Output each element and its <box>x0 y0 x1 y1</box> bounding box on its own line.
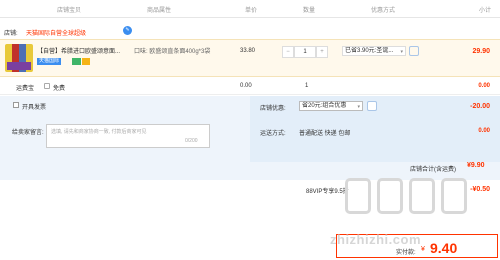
discount-info-icon[interactable] <box>409 46 419 56</box>
shipping-label: 运送方式: <box>260 131 286 137</box>
message-textarea[interactable]: 选填, 请先和商家协商一致, 付款后商家可见 <box>46 124 210 148</box>
quantity-input[interactable]: 1 <box>294 46 316 58</box>
col-discount-header: 优惠方式 <box>371 8 396 14</box>
message-char-count: 0/200 <box>185 138 198 144</box>
col-subtotal-header: 小计 <box>479 8 492 14</box>
shop-discount-amount: -20.00 <box>470 103 490 110</box>
item-discount-select[interactable]: 已省3.90元:圣诞... ▾ <box>342 46 406 56</box>
watermark-glyph <box>441 178 467 214</box>
decrease-button[interactable]: − <box>282 46 294 58</box>
shop-discount-info-icon[interactable] <box>367 101 377 111</box>
shop-discount-label: 店铺优惠: <box>260 106 286 112</box>
chat-icon[interactable]: ✎ <box>123 26 132 35</box>
item-discount-value: 已省3.90元:圣诞... <box>345 48 394 54</box>
shop-total-label: 店铺合计(含运费) <box>410 167 456 173</box>
service-badge-icon <box>72 58 81 65</box>
watermark-logo <box>345 178 495 228</box>
shipping-method: 普通配送 快递 包邮 <box>299 131 351 137</box>
shop-label: 店铺: <box>4 31 18 37</box>
shipping-amount: 0.00 <box>478 128 490 134</box>
col-shop-header: 店铺宝贝 <box>57 8 82 14</box>
col-qty-header: 数量 <box>303 8 316 14</box>
chevron-down-icon: ▾ <box>357 104 360 110</box>
watermark-glyph <box>345 178 371 214</box>
service-row: 运费宝 免费 0.00 1 0.00 <box>0 78 500 95</box>
payment-label: 实付款: <box>396 250 416 256</box>
watermark-glyph <box>409 178 435 214</box>
service-price: 0.00 <box>240 83 252 89</box>
message-placeholder: 选填, 请先和商家协商一致, 付款后商家可见 <box>51 129 147 135</box>
col-attr-header: 商品属性 <box>147 8 172 14</box>
service-checkbox[interactable] <box>44 83 50 89</box>
product-thumbnail[interactable] <box>5 44 33 72</box>
vip-discount-label: 88VIP专享9.5折 <box>306 189 349 195</box>
table-header: 店铺宝贝 商品属性 单价 数量 优惠方式 小计 <box>0 0 500 18</box>
quantity-stepper: − 1 + <box>282 46 330 58</box>
increase-button[interactable]: + <box>316 46 328 58</box>
invoice-label: 开具发票 <box>22 105 47 111</box>
service-option: 免费 <box>53 86 66 92</box>
product-title-link[interactable]: 【自营】希腊进口欧盛颂意面... <box>37 46 132 55</box>
shop-total-value: ¥9.90 <box>467 162 485 169</box>
shop-name-link[interactable]: 天猫国际自营全球超级 <box>26 28 86 37</box>
product-attributes: 口味: 欧盛颂直条面400g*3袋 <box>134 49 211 55</box>
watermark-text: zhizhizhi.com <box>330 232 421 247</box>
col-price-header: 单价 <box>245 8 258 14</box>
item-subtotal: 29.90 <box>472 48 490 55</box>
cart-item-row: 【自营】希腊进口欧盛颂意面... 天猫国际 口味: 欧盛颂直条面400g*3袋 … <box>0 39 500 77</box>
shop-discount-value: 省20元:组合优惠 <box>302 103 347 109</box>
payment-currency: ¥ <box>421 246 425 253</box>
shop-row: 店铺: 天猫国际自营全球超级 ✎ <box>0 26 500 38</box>
service-quantity: 1 <box>305 83 309 89</box>
payment-amount: 9.40 <box>430 240 458 256</box>
service-label: 运费宝 <box>16 86 35 92</box>
shop-discount-select[interactable]: 省20元:组合优惠 ▾ <box>299 101 363 111</box>
tmall-global-badge: 天猫国际 <box>37 58 62 65</box>
guarantee-badge-icon <box>82 58 90 65</box>
service-subtotal: 0.00 <box>478 83 490 89</box>
message-label: 给卖家留言: <box>12 130 44 136</box>
chevron-down-icon: ▾ <box>400 49 403 55</box>
watermark-glyph <box>377 178 403 214</box>
unit-price: 33.80 <box>240 48 256 54</box>
invoice-checkbox[interactable] <box>13 102 19 108</box>
